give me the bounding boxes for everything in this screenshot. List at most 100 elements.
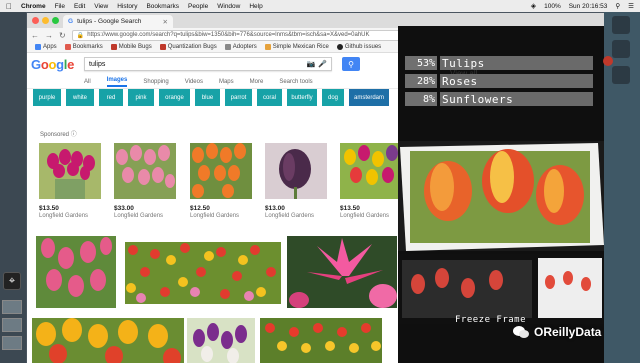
chip-amsterdam[interactable]: amsterdam [349,89,389,106]
tab-search-tools[interactable]: Search tools [279,79,312,85]
clock[interactable]: Sun 20:16:53 [569,3,608,10]
chip-parrot[interactable]: parrot [225,89,252,106]
camera-icon[interactable]: 📷 [307,60,316,68]
menu-people[interactable]: People [188,3,208,10]
product-image [340,143,402,199]
chip-dog[interactable]: dog [322,89,344,106]
desktop-file-icon[interactable] [612,16,630,34]
search-icon: ⚲ [348,59,354,69]
google-logo[interactable]: Google [31,57,74,72]
search-icon[interactable]: ⚲ [615,2,620,10]
menu-history[interactable]: History [117,3,137,10]
menu-view[interactable]: View [94,3,108,10]
menu-file[interactable]: File [55,3,65,10]
chip-purple[interactable]: purple [33,89,61,106]
freeze-frame-button[interactable]: Freeze Frame [455,315,526,325]
google-favicon-icon: G [68,18,74,25]
bookmark-quantization-bugs[interactable]: Quantization Bugs [159,44,217,50]
product-store: Longfield Gardens [114,213,164,219]
crop-tool-icon[interactable]: ⌖ [3,272,21,290]
apple-icon[interactable]:  [6,2,12,11]
desktop-file-icon[interactable] [612,66,630,84]
product-image [39,143,101,199]
bookmark-bookmarks[interactable]: Bookmarks [64,44,103,50]
avatar[interactable] [603,56,613,66]
zoom-window-icon[interactable] [52,17,59,24]
chip-pink[interactable]: pink [128,89,154,106]
window-thumbnail[interactable] [2,336,22,350]
watermark-text: OReillyData [534,325,602,339]
chip-orange[interactable]: orange [159,89,190,106]
chip-white[interactable]: white [66,89,94,106]
product-store: Longfield Gardens [340,213,390,219]
prediction-label: Tulips [440,56,593,70]
camera-feed-lower [398,254,604,324]
shopping-card[interactable]: $13.50 Longfield Gardens [340,143,402,219]
battery-level[interactable]: 100% [544,3,561,10]
bookmark-apps[interactable]: Apps [35,44,57,50]
lock-icon: 🔒 [76,32,85,39]
result-image[interactable] [125,242,281,304]
window-thumbnail[interactable] [2,300,22,314]
tab-shopping[interactable]: Shopping [143,79,168,85]
bookmark-github-issues[interactable]: Github issues [336,44,381,50]
bookmark-mobile-bugs[interactable]: Mobile Bugs [110,44,152,50]
tab-title: tulips - Google Search [77,18,142,25]
search-input[interactable]: tulips 📷 🎤 [84,57,333,71]
microphone-icon[interactable]: 🎤 [318,60,327,68]
bookmark-mexican-rice[interactable]: Simple Mexican Rice [264,44,329,50]
menu-bookmarks[interactable]: Bookmarks [146,3,179,10]
doc-icon [224,44,231,50]
product-price: $13.50 [340,205,360,212]
minimize-window-icon[interactable] [42,17,49,24]
browser-tab[interactable]: G tulips - Google Search ✕ [63,15,173,28]
tab-videos[interactable]: Videos [185,79,203,85]
search-button[interactable]: ⚲ [342,57,361,71]
shopping-card[interactable]: $13.50 Longfield Gardens [39,143,101,219]
result-image[interactable] [32,318,184,363]
chip-butterfly[interactable]: butterfly [287,89,317,106]
prediction-percent: 28% [405,74,437,88]
product-price: $13.50 [39,205,59,212]
watermark: OReillyData [512,325,601,339]
menu-app-name[interactable]: Chrome [21,3,46,10]
close-tab-icon[interactable]: ✕ [163,18,168,26]
result-image[interactable] [36,236,116,308]
tab-more[interactable]: More [250,79,264,85]
tab-maps[interactable]: Maps [219,79,234,85]
tab-all[interactable]: All [84,79,91,85]
prediction-row: 8% Sunflowers [405,92,593,106]
bug-icon [159,44,166,50]
shopping-card[interactable]: $33.00 Longfield Gardens [114,143,176,219]
related-chips: purple white red pink orange blue parrot… [33,89,389,106]
shopping-card[interactable]: $13.00 Longfield Gardens [265,143,327,219]
menu-window[interactable]: Window [217,3,240,10]
food-icon [264,44,271,50]
menu-help[interactable]: Help [249,3,262,10]
prediction-row: 28% Roses [405,74,593,88]
forward-icon[interactable]: → [45,31,53,40]
wifi-icon[interactable]: ◈ [531,2,536,10]
result-image[interactable] [260,318,382,363]
shopping-card[interactable]: $12.50 Longfield Gardens [190,143,252,219]
chip-red[interactable]: red [99,89,123,106]
result-image[interactable] [187,318,255,363]
macos-menubar:  Chrome File Edit View History Bookmark… [0,0,640,12]
reload-icon[interactable]: ↻ [59,31,66,40]
chip-blue[interactable]: blue [195,89,220,106]
product-price: $13.00 [265,205,285,212]
desktop-file-icon[interactable] [612,40,630,58]
prediction-row: 53% Tulips [405,56,593,70]
back-icon[interactable]: ← [31,31,39,40]
prediction-percent: 53% [405,56,437,70]
menu-edit[interactable]: Edit [74,3,85,10]
bookmark-adopters[interactable]: Adopters [224,44,257,50]
prediction-label: Sunflowers [440,92,593,106]
chip-coral[interactable]: coral [257,89,282,106]
window-thumbnail[interactable] [2,318,22,332]
result-image[interactable] [287,236,397,308]
github-icon [336,44,343,50]
list-icon[interactable]: ☰ [628,2,634,10]
tab-images[interactable]: Images [106,77,128,87]
close-window-icon[interactable] [32,17,39,24]
